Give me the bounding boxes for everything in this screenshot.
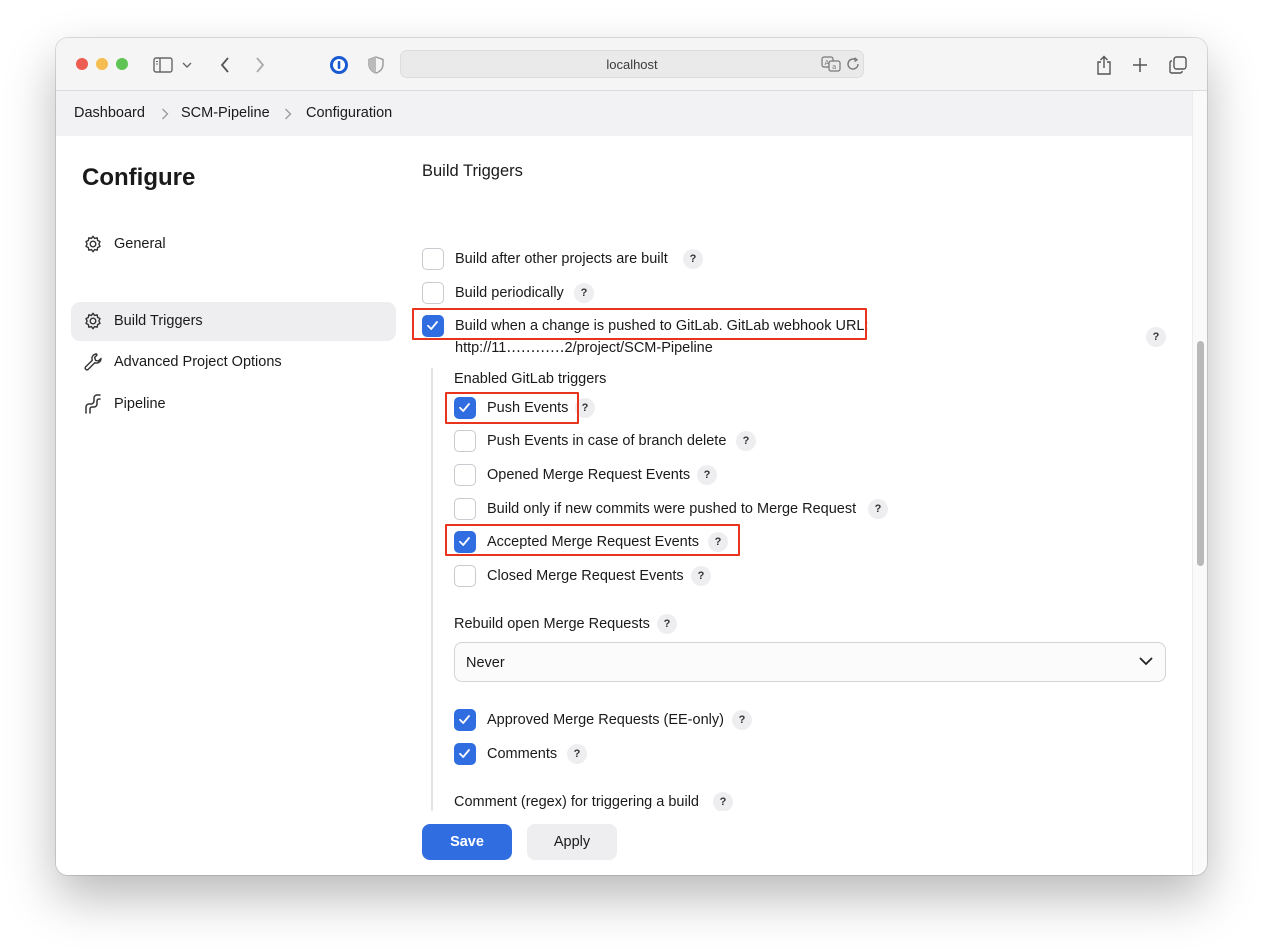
browser-toolbar: localhost Aa bbox=[56, 38, 1207, 91]
tab-overview-icon[interactable] bbox=[1165, 52, 1191, 78]
breadcrumb-configuration[interactable]: Configuration bbox=[306, 105, 392, 121]
gitlab-webhook-url: http://11․․․․․․․․․․․․2/project/SCM-Pipel… bbox=[455, 340, 713, 356]
forward-icon[interactable] bbox=[247, 52, 273, 78]
rebuild-open-mr-label: Rebuild open Merge Requests bbox=[454, 616, 650, 632]
address-bar[interactable]: localhost Aa bbox=[400, 50, 864, 78]
help-icon[interactable]: ? bbox=[713, 792, 733, 812]
rebuild-open-mr-value: Never bbox=[466, 655, 505, 671]
reload-icon[interactable] bbox=[846, 57, 860, 76]
help-icon[interactable]: ? bbox=[683, 249, 703, 269]
chevron-right-icon bbox=[284, 107, 292, 125]
help-icon[interactable]: ? bbox=[1146, 327, 1166, 347]
sidebar-item-general[interactable]: General bbox=[71, 225, 396, 264]
scrollbar-thumb[interactable] bbox=[1197, 341, 1204, 566]
pipeline-icon bbox=[85, 394, 101, 414]
comment-regex-label: Comment (regex) for triggering a build bbox=[454, 794, 699, 810]
scrollbar[interactable] bbox=[1192, 91, 1207, 875]
help-icon[interactable]: ? bbox=[732, 710, 752, 730]
build-after-other-projects-checkbox[interactable] bbox=[422, 248, 444, 270]
closed-merge-request-label: Closed Merge Request Events bbox=[487, 568, 684, 584]
apply-button[interactable]: Apply bbox=[527, 824, 617, 860]
breadcrumb: Dashboard SCM-Pipeline Configuration bbox=[56, 91, 1192, 136]
help-icon[interactable]: ? bbox=[657, 614, 677, 634]
share-icon[interactable] bbox=[1091, 52, 1117, 78]
close-window-button[interactable] bbox=[76, 58, 88, 70]
help-icon[interactable]: ? bbox=[574, 283, 594, 303]
new-tab-icon[interactable] bbox=[1127, 52, 1153, 78]
build-periodically-label: Build periodically bbox=[455, 285, 564, 301]
help-icon[interactable]: ? bbox=[868, 499, 888, 519]
save-button[interactable]: Save bbox=[422, 824, 512, 860]
sidebar-item-advanced-project-options[interactable]: Advanced Project Options bbox=[71, 343, 396, 382]
form-actions-bar: Save Apply bbox=[56, 811, 1192, 875]
breadcrumb-scm-pipeline[interactable]: SCM-Pipeline bbox=[181, 105, 270, 121]
check-icon bbox=[459, 715, 470, 724]
annotation-highlight bbox=[412, 308, 867, 340]
password-manager-icon[interactable] bbox=[326, 52, 352, 78]
privacy-shield-icon[interactable] bbox=[363, 52, 389, 78]
page-title: Configure bbox=[82, 164, 196, 191]
nested-section-divider bbox=[431, 368, 433, 875]
build-only-new-commits-checkbox[interactable] bbox=[454, 498, 476, 520]
back-icon[interactable] bbox=[212, 52, 238, 78]
build-only-new-commits-label: Build only if new commits were pushed to… bbox=[487, 501, 857, 517]
annotation-highlight bbox=[445, 524, 740, 556]
gear-icon bbox=[85, 312, 101, 330]
help-icon[interactable]: ? bbox=[691, 566, 711, 586]
help-icon[interactable]: ? bbox=[736, 431, 756, 451]
push-events-branch-delete-label: Push Events in case of branch delete bbox=[487, 433, 727, 449]
approved-merge-requests-label: Approved Merge Requests (EE-only) bbox=[487, 712, 724, 728]
browser-window: localhost Aa Dashboard SCM-Pipeline Conf… bbox=[56, 38, 1207, 875]
chevron-right-icon bbox=[161, 107, 169, 125]
translate-icon[interactable]: Aa bbox=[821, 56, 841, 77]
sidebar-item-label: Build Triggers bbox=[114, 313, 203, 329]
check-icon bbox=[459, 749, 470, 758]
comments-checkbox[interactable] bbox=[454, 743, 476, 765]
build-periodically-checkbox[interactable] bbox=[422, 282, 444, 304]
opened-merge-request-label: Opened Merge Request Events bbox=[487, 467, 691, 483]
sidebar-item-label: Pipeline bbox=[114, 396, 166, 412]
rebuild-open-mr-select[interactable]: Never bbox=[454, 642, 1166, 682]
gear-icon bbox=[85, 235, 101, 253]
section-title: Build Triggers bbox=[422, 162, 523, 180]
sidebar-toggle-icon[interactable] bbox=[150, 52, 176, 78]
approved-merge-requests-checkbox[interactable] bbox=[454, 709, 476, 731]
chevron-down-icon[interactable] bbox=[179, 52, 195, 78]
zoom-window-button[interactable] bbox=[116, 58, 128, 70]
svg-text:A: A bbox=[825, 59, 830, 67]
svg-text:a: a bbox=[832, 63, 836, 71]
wrench-icon bbox=[84, 353, 102, 371]
annotation-highlight bbox=[445, 392, 579, 424]
minimize-window-button[interactable] bbox=[96, 58, 108, 70]
breadcrumb-dashboard[interactable]: Dashboard bbox=[74, 105, 145, 121]
url-text: localhost bbox=[606, 57, 658, 72]
push-events-branch-delete-checkbox[interactable] bbox=[454, 430, 476, 452]
sidebar-item-label: General bbox=[114, 236, 166, 252]
comments-label: Comments bbox=[487, 746, 558, 762]
gitlab-triggers-heading: Enabled GitLab triggers bbox=[454, 371, 607, 387]
closed-merge-request-checkbox[interactable] bbox=[454, 565, 476, 587]
sidebar-item-pipeline[interactable]: Pipeline bbox=[71, 385, 396, 424]
help-icon[interactable]: ? bbox=[697, 465, 717, 485]
chevron-down-icon bbox=[1139, 657, 1153, 666]
sidebar-item-build-triggers[interactable]: Build Triggers bbox=[71, 302, 396, 341]
sidebar-item-label: Advanced Project Options bbox=[114, 354, 282, 370]
build-after-other-projects-label: Build after other projects are built bbox=[455, 251, 668, 267]
help-icon[interactable]: ? bbox=[567, 744, 587, 764]
config-page: Configure General Build Triggers Advance… bbox=[56, 136, 1192, 875]
opened-merge-request-checkbox[interactable] bbox=[454, 464, 476, 486]
